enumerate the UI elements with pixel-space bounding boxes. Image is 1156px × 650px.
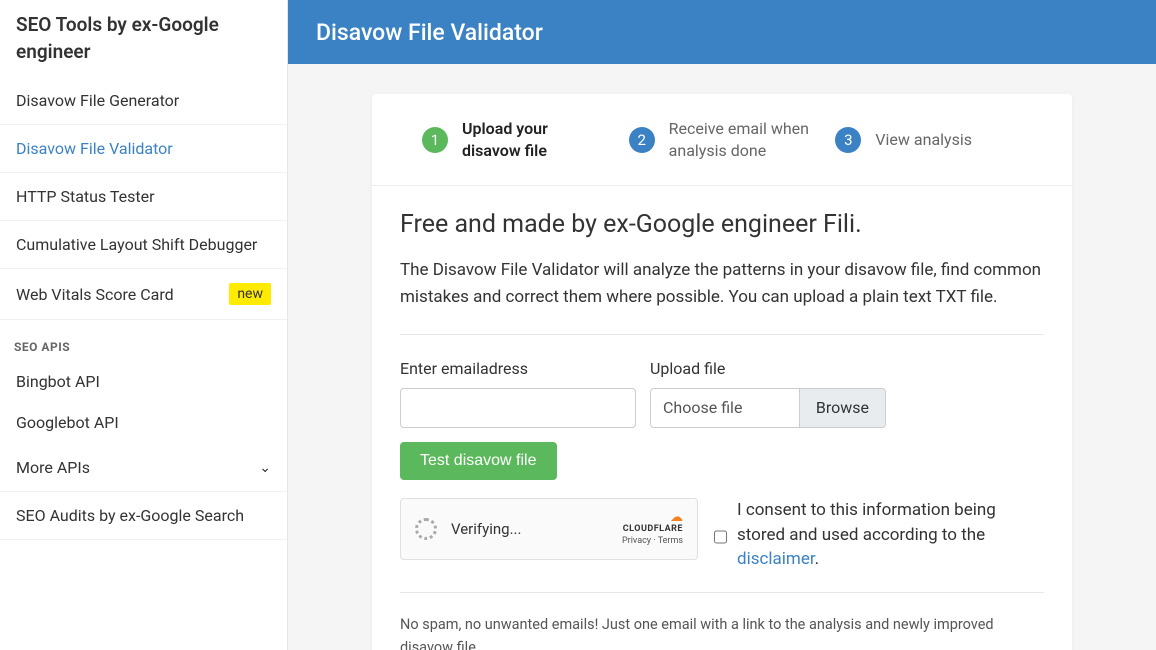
privacy-link[interactable]: Privacy (622, 536, 651, 546)
email-label: Enter emailadress (400, 359, 636, 378)
sidebar-item-label: Disavow File Generator (16, 91, 179, 110)
step-label: View analysis (875, 129, 972, 151)
consent-checkbox[interactable] (714, 502, 727, 572)
sidebar-item-http-status[interactable]: HTTP Status Tester (0, 173, 287, 221)
step-3: 3 View analysis (835, 127, 1022, 153)
sidebar-item-label: Disavow File Validator (16, 139, 173, 158)
file-input[interactable]: Choose file Browse (650, 388, 886, 428)
captcha-widget[interactable]: Verifying... ☁ CLOUDFLARE Privacy · Term… (400, 498, 698, 560)
file-placeholder: Choose file (651, 389, 799, 427)
consent-text: I consent to this information being stor… (737, 498, 1044, 572)
cloudflare-brand: CLOUDFLARE (622, 524, 683, 534)
cloud-icon: ☁ (622, 511, 683, 524)
page-title: Disavow File Validator (316, 19, 543, 46)
email-input[interactable] (400, 388, 636, 428)
sidebar-item-bingbot-api[interactable]: Bingbot API (0, 362, 287, 401)
sidebar-item-cls-debugger[interactable]: Cumulative Layout Shift Debugger (0, 221, 287, 269)
step-number: 1 (422, 127, 448, 153)
file-group: Upload file Choose file Browse (650, 359, 886, 428)
spinner-icon (415, 518, 437, 540)
sidebar-item-label: More APIs (16, 458, 90, 477)
divider (400, 334, 1044, 335)
submit-button[interactable]: Test disavow file (400, 442, 557, 480)
step-label: Upload your disavow file (462, 118, 609, 161)
sidebar-item-label: Bingbot API (16, 372, 100, 391)
main: Disavow File Validator 1 Upload your dis… (288, 0, 1156, 650)
form-row: Enter emailadress Upload file Choose fil… (400, 359, 1044, 480)
step-2: 2 Receive email when analysis done (629, 118, 816, 161)
cloudflare-logo: ☁ CLOUDFLARE Privacy · Terms (622, 511, 683, 546)
sidebar-item-googlebot-api[interactable]: Googlebot API (0, 401, 287, 444)
terms-link[interactable]: Terms (658, 536, 683, 546)
captcha-status: Verifying... (451, 520, 608, 538)
cloudflare-links: Privacy · Terms (622, 536, 683, 546)
steps: 1 Upload your disavow file 2 Receive ema… (372, 94, 1072, 186)
footnote: No spam, no unwanted emails! Just one em… (400, 592, 1044, 650)
content: 1 Upload your disavow file 2 Receive ema… (288, 64, 1156, 650)
step-number: 2 (629, 127, 655, 153)
browse-button[interactable]: Browse (799, 389, 885, 427)
sidebar-item-label: Googlebot API (16, 413, 119, 432)
sidebar-item-disavow-generator[interactable]: Disavow File Generator (0, 77, 287, 125)
sidebar-item-web-vitals[interactable]: Web Vitals Score Card new (0, 269, 287, 320)
step-1: 1 Upload your disavow file (422, 118, 609, 161)
step-label: Receive email when analysis done (669, 118, 816, 161)
disclaimer-link[interactable]: disclaimer (737, 549, 815, 569)
badge-new: new (229, 283, 271, 305)
sidebar: SEO Tools by ex-Google engineer Disavow … (0, 0, 288, 650)
chevron-down-icon: ⌄ (259, 460, 271, 476)
card: 1 Upload your disavow file 2 Receive ema… (372, 94, 1072, 650)
card-body: Free and made by ex-Google engineer Fili… (372, 186, 1072, 650)
sidebar-section-apis: SEO APIS (0, 320, 287, 362)
captcha-consent-row: Verifying... ☁ CLOUDFLARE Privacy · Term… (400, 498, 1044, 572)
sidebar-item-disavow-validator[interactable]: Disavow File Validator (0, 125, 287, 173)
description: The Disavow File Validator will analyze … (400, 257, 1044, 310)
heading: Free and made by ex-Google engineer Fili… (400, 210, 1044, 239)
sidebar-item-seo-audits[interactable]: SEO Audits by ex-Google Search (0, 492, 287, 540)
file-label: Upload file (650, 359, 886, 378)
sidebar-item-label: SEO Audits by ex-Google Search (16, 506, 244, 525)
sidebar-title: SEO Tools by ex-Google engineer (0, 0, 287, 77)
page-header: Disavow File Validator (288, 0, 1156, 64)
sidebar-item-more-apis[interactable]: More APIs ⌄ (0, 444, 287, 492)
email-group: Enter emailadress (400, 359, 636, 428)
consent-row: I consent to this information being stor… (714, 498, 1044, 572)
sidebar-item-label: Cumulative Layout Shift Debugger (16, 235, 257, 254)
sidebar-item-label: Web Vitals Score Card (16, 285, 174, 304)
step-number: 3 (835, 127, 861, 153)
sidebar-item-label: HTTP Status Tester (16, 187, 155, 206)
